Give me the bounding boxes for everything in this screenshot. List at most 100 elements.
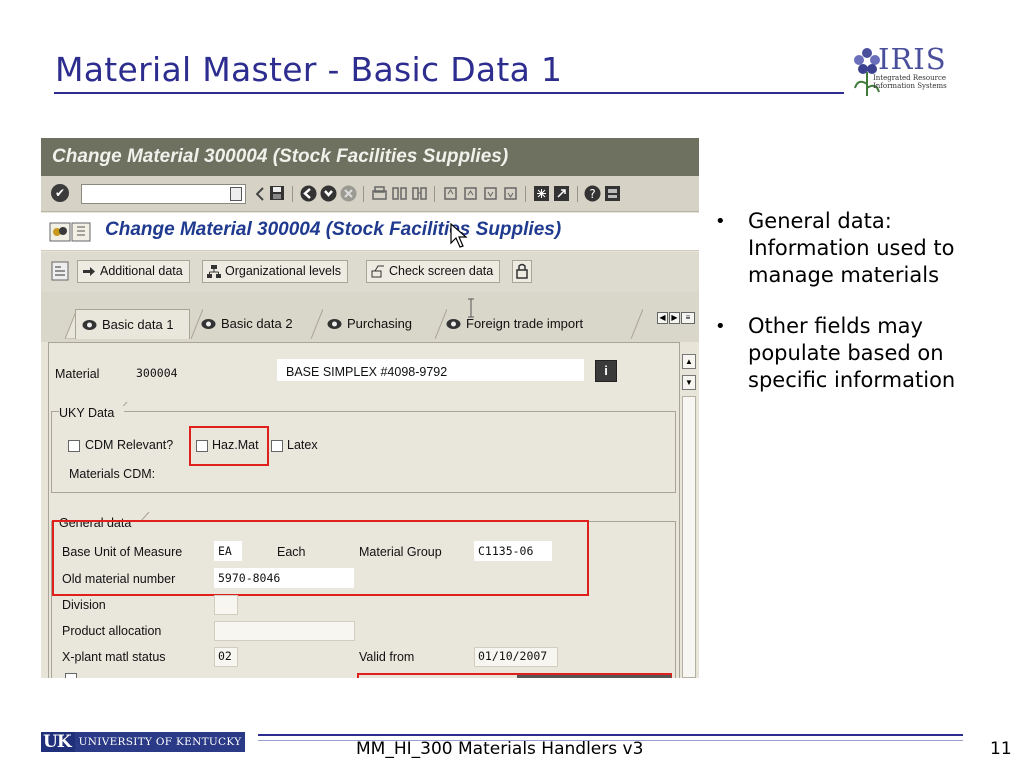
organizational-levels-button[interactable]: Organizational levels [202, 260, 349, 283]
toolbar-separator [363, 186, 364, 202]
division-field[interactable] [214, 595, 238, 615]
partial-checkbox[interactable] [65, 673, 77, 678]
xplant-status-value: 02 [218, 649, 232, 663]
material-label: Material [55, 367, 100, 381]
bullet-dot: • [715, 316, 726, 337]
sap-application-toolbar: Additional data Organizational levels Ch… [41, 252, 699, 292]
bullet-item: • General data: Information used to mana… [715, 208, 975, 289]
tab-eye-icon [82, 320, 97, 330]
logo-wordmark: IRIS [878, 42, 947, 76]
scroll-down-icon[interactable]: ▼ [682, 375, 696, 390]
tab-purchasing[interactable]: Purchasing [321, 309, 412, 339]
product-allocation-field[interactable] [214, 621, 355, 641]
product-allocation-label: Product allocation [62, 624, 162, 638]
enter-icon[interactable]: ✔ [51, 184, 69, 202]
toolbar-separator [577, 186, 578, 202]
sap-window-title: Change Material 300004 (Stock Facilities… [41, 138, 699, 176]
valid-from-label: Valid from [359, 650, 415, 664]
tab-basic-data-2[interactable]: Basic data 2 [195, 309, 293, 339]
materials-cdm-label: Materials CDM: [69, 467, 156, 481]
slide-title: Material Master - Basic Data 1 [55, 50, 563, 89]
uky-data-title: UKY Data [59, 406, 125, 420]
other-material-icon[interactable] [49, 222, 93, 242]
tab-eye-icon [446, 319, 461, 329]
tab-basic-data-1[interactable]: Basic data 1 [75, 309, 190, 339]
logo-tagline-1: Integrated Resource [873, 74, 947, 82]
check-data-icon [371, 265, 384, 278]
toolbar-separator [525, 186, 526, 202]
tab-eye-icon [327, 319, 342, 329]
basic-data-1-panel: Material 300004 BASE SIMPLEX #4098-9792 … [48, 342, 680, 678]
text-cursor-icon [468, 298, 474, 318]
screen-title: Change Material 300004 (Stock Facilities… [105, 219, 562, 240]
shortcut-icon[interactable] [553, 185, 570, 202]
cdm-relevant-checkbox[interactable] [68, 440, 80, 452]
scroll-up-icon[interactable]: ▲ [682, 354, 696, 369]
hierarchy-icon [207, 265, 221, 278]
tab-scroll-right-icon[interactable]: ▶ [669, 312, 680, 324]
last-page-icon[interactable] [502, 185, 519, 202]
scrollbar-track[interactable] [682, 396, 696, 678]
svg-text:?: ? [589, 187, 595, 201]
command-field[interactable] [81, 184, 246, 204]
additional-data-button[interactable]: Additional data [77, 260, 190, 283]
bullet-item: • Other fields may populate based on spe… [715, 313, 975, 394]
cdm-relevant-label: CDM Relevant? [85, 438, 174, 452]
back-arrow-icon[interactable] [256, 187, 264, 201]
sap-screenshot: Change Material 300004 (Stock Facilities… [41, 138, 699, 678]
back-icon[interactable] [300, 185, 317, 202]
sap-screen-header: Change Material 300004 (Stock Facilities… [41, 213, 699, 251]
tab-label: Basic data 1 [102, 317, 174, 332]
help-icon[interactable]: ? [584, 185, 601, 202]
tab-label: Basic data 2 [221, 316, 293, 331]
find-next-icon[interactable] [411, 185, 428, 202]
dark-field-strip [517, 675, 671, 678]
lock-icon[interactable] [512, 260, 532, 283]
uk-logo-text: UNIVERSITY OF KENTUCKY [74, 732, 246, 752]
layout-menu-icon[interactable] [604, 185, 621, 202]
tab-label: Foreign trade import [466, 316, 584, 331]
check-screen-data-label: Check screen data [389, 264, 494, 278]
additional-data-label: Additional data [100, 264, 183, 278]
material-number: 300004 [136, 366, 178, 380]
division-label: Division [62, 598, 106, 612]
tab-label: Purchasing [347, 316, 413, 331]
exit-icon[interactable] [320, 185, 337, 202]
haz-mat-highlight [189, 426, 269, 466]
toolbar-separator [292, 186, 293, 202]
bullet-text: General data: Information used to manage… [748, 209, 955, 287]
vertical-scrollbar[interactable]: ▲ ▼ [681, 352, 697, 678]
new-session-icon[interactable] [533, 185, 550, 202]
uk-logo: UK UNIVERSITY OF KENTUCKY [41, 732, 246, 752]
tab-scroll-left-icon[interactable]: ◀ [657, 312, 668, 324]
latex-checkbox[interactable] [271, 440, 283, 452]
next-page-icon[interactable] [482, 185, 499, 202]
footer-course-code: MM_HI_300 Materials Handlers v3 [356, 739, 644, 759]
page-number: 11 [990, 739, 1012, 759]
bullet-list: • General data: Information used to mana… [715, 208, 975, 418]
tab-strip: Basic data 1 Basic data 2 Purchasing For… [41, 292, 699, 342]
bullet-text: Other fields may populate based on speci… [748, 314, 956, 392]
command-history-button[interactable] [230, 187, 242, 201]
title-underline [54, 92, 844, 94]
iris-logo: IRIS Integrated Resource Information Sys… [850, 42, 960, 102]
logo-tagline-2: Information Systems [873, 82, 947, 90]
save-icon[interactable] [269, 185, 285, 201]
material-description: BASE SIMPLEX #4098-9792 [286, 365, 448, 379]
display-change-icon[interactable] [51, 261, 69, 281]
footer-rule [258, 734, 963, 736]
print-icon[interactable] [371, 185, 388, 202]
previous-page-icon[interactable] [462, 185, 479, 202]
tab-edge [631, 309, 643, 339]
uk-logo-mark: UK [41, 732, 75, 752]
arrow-right-icon [83, 267, 95, 276]
check-screen-data-button[interactable]: Check screen data [366, 260, 501, 283]
info-icon[interactable]: i [595, 360, 617, 382]
first-page-icon[interactable] [442, 185, 459, 202]
tab-list-icon[interactable]: ≡ [681, 312, 695, 324]
toolbar-separator [434, 186, 435, 202]
find-icon[interactable] [391, 185, 408, 202]
tab-foreign-trade-import[interactable]: Foreign trade import [440, 309, 583, 339]
organizational-levels-label: Organizational levels [225, 264, 342, 278]
cancel-icon[interactable] [340, 185, 357, 202]
